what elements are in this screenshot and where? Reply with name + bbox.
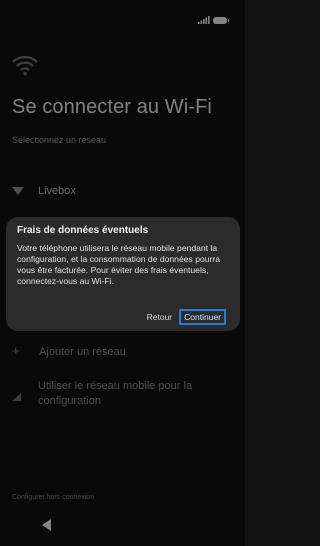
back-button[interactable]: Retour bbox=[147, 312, 173, 322]
dialog-actions: Retour Continuer bbox=[147, 309, 226, 325]
data-charges-dialog: Frais de données éventuels Votre télépho… bbox=[6, 217, 240, 331]
dialog-body: Votre téléphone utilisera le réseau mobi… bbox=[17, 243, 221, 286]
dialog-title: Frais de données éventuels bbox=[17, 225, 149, 236]
continue-button[interactable]: Continuer bbox=[179, 309, 226, 325]
